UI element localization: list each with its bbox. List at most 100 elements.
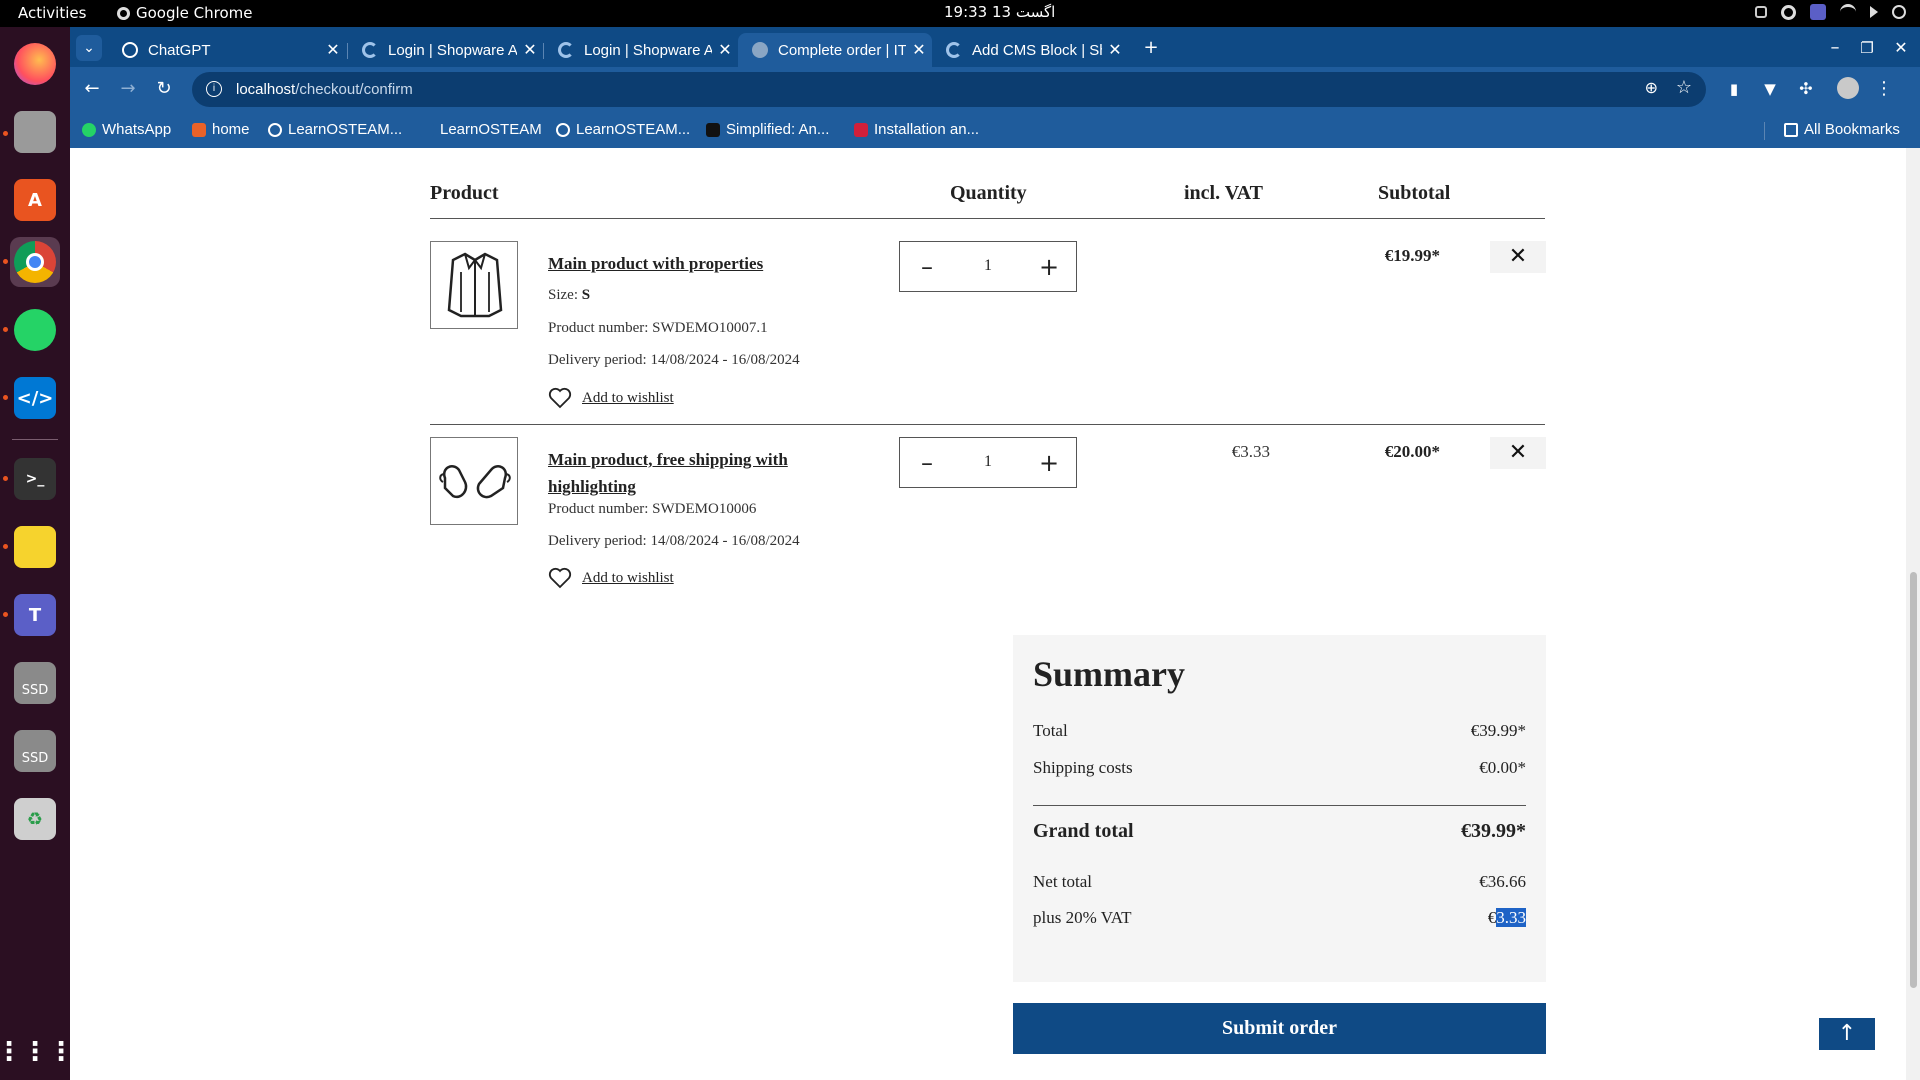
reload-button[interactable]: ↻ <box>152 77 176 101</box>
system-tray[interactable] <box>1755 4 1906 20</box>
bookmark-label: All Bookmarks <box>1804 121 1900 138</box>
dock-teams[interactable]: T <box>10 590 60 640</box>
bookmarks-bar: WhatsApp home LearnOSTEAM... LearnOSTEAM… <box>70 112 1920 148</box>
site-info-icon[interactable]: i <box>206 81 222 97</box>
total-value: €39.99* <box>1470 721 1526 740</box>
dock-app-center[interactable]: A <box>10 175 60 225</box>
bookmark-learnosteam-1[interactable]: LearnOSTEAM... <box>268 121 402 138</box>
app-name: Google Chrome <box>136 4 253 22</box>
close-icon[interactable]: ✕ <box>1102 40 1128 60</box>
product-image[interactable] <box>430 437 518 525</box>
extension-button[interactable]: ▮ <box>1722 77 1746 101</box>
tab-complete-order[interactable]: Complete order | ITS ✕ <box>738 33 932 67</box>
add-to-wishlist-button[interactable]: Add to wishlist <box>548 567 674 589</box>
close-icon[interactable]: ✕ <box>320 40 346 60</box>
dock-vscode[interactable]: </> <box>10 373 60 423</box>
quantity-stepper[interactable]: – 1 + <box>899 241 1077 292</box>
tab-shopware-login-1[interactable]: Login | Shopware Admin ✕ <box>348 33 543 67</box>
tab-label: Complete order | ITS <box>778 41 906 59</box>
dock-firefox[interactable] <box>10 39 60 89</box>
dock-ssd-1[interactable]: SSD <box>10 658 60 708</box>
submit-order-button[interactable]: Submit order <box>1013 1003 1546 1054</box>
remove-item-button[interactable]: ✕ <box>1490 437 1546 469</box>
dock-trash[interactable]: ♻ <box>10 794 60 844</box>
zoom-icon[interactable]: ⊕ <box>1645 78 1658 97</box>
tab-search-button[interactable]: ⌄ <box>76 35 102 61</box>
increase-quantity-button[interactable]: + <box>1034 448 1064 478</box>
profile-button[interactable] <box>1836 77 1860 101</box>
total-label: Total <box>1033 721 1068 740</box>
bookmark-whatsapp[interactable]: WhatsApp <box>82 121 171 138</box>
running-indicator <box>3 544 8 549</box>
grand-total-value: €39.99* <box>1461 820 1526 842</box>
clock[interactable]: اگست 13 19:33 <box>944 3 1055 21</box>
close-icon[interactable]: ✕ <box>517 40 543 60</box>
folder-icon <box>1784 122 1798 137</box>
net-total-label: Net total <box>1033 872 1093 891</box>
address-bar[interactable]: i localhost/checkout/confirm ⊕ ☆ <box>192 72 1706 107</box>
back-button[interactable]: ← <box>80 77 104 101</box>
dock-ssd-2[interactable]: SSD <box>10 726 60 776</box>
dock-chrome[interactable] <box>10 237 60 287</box>
minimize-button[interactable]: – <box>1822 35 1848 61</box>
bookmark-learnosteam-3[interactable]: LearnOSTEAM... <box>556 121 690 138</box>
close-icon[interactable]: ✕ <box>712 40 738 60</box>
activities-button[interactable]: Activities <box>18 4 86 22</box>
product-image[interactable] <box>430 241 518 329</box>
bookmark-home[interactable]: home <box>192 121 250 138</box>
shopware-icon <box>362 42 378 58</box>
new-tab-button[interactable]: + <box>1138 35 1164 61</box>
shopware-icon <box>946 42 962 58</box>
bookmark-learnosteam-2[interactable]: LearnOSTEAM <box>420 121 542 138</box>
close-icon[interactable]: ✕ <box>906 40 932 60</box>
heart-icon <box>548 387 572 409</box>
product-name-link[interactable]: Main product, free shipping with highligh… <box>548 446 788 500</box>
app-menu[interactable]: Google Chrome <box>117 4 253 22</box>
add-to-wishlist-button[interactable]: Add to wishlist <box>548 387 674 409</box>
chrome-icon <box>14 241 56 283</box>
extensions-button[interactable]: ✣ <box>1794 77 1818 101</box>
extension-button[interactable]: ▼ <box>1758 77 1782 101</box>
wifi-icon <box>1840 4 1856 20</box>
tab-shopware-login-2[interactable]: Login | Shopware Admin ✕ <box>544 33 738 67</box>
scrollbar-thumb[interactable] <box>1910 572 1917 988</box>
decrease-quantity-button[interactable]: – <box>912 448 942 478</box>
product-number: Product number: SWDEMO10006 <box>548 501 757 517</box>
tab-label: Add CMS Block | Shopware <box>972 41 1102 59</box>
bookmark-star-icon[interactable]: ☆ <box>1676 77 1692 98</box>
mittens-icon <box>439 465 511 499</box>
kebab-menu-icon: ⋮ <box>1875 78 1893 99</box>
globe-icon <box>268 122 282 137</box>
close-window-button[interactable]: ✕ <box>1888 35 1914 61</box>
decrease-quantity-button[interactable]: – <box>912 252 942 282</box>
page-scrollbar[interactable] <box>1906 148 1920 1080</box>
dock-app-grid[interactable]: ⋮⋮⋮ <box>0 1027 74 1077</box>
remove-item-button[interactable]: ✕ <box>1490 241 1546 273</box>
product-name-link[interactable]: Main product with properties <box>548 250 763 277</box>
summary-shipping-row: Shipping costs €0.00* <box>1033 758 1526 778</box>
summary-total-row: Total €39.99* <box>1033 721 1526 741</box>
bookmark-simplified[interactable]: Simplified: An... <box>706 121 829 138</box>
scroll-to-top-button[interactable]: ↑ <box>1819 1018 1875 1050</box>
menu-button[interactable]: ⋮ <box>1872 77 1896 101</box>
dock-notes[interactable] <box>10 522 60 572</box>
quantity-value[interactable]: 1 <box>960 257 1016 275</box>
tab-add-cms-block[interactable]: Add CMS Block | Shopware ✕ <box>932 33 1128 67</box>
dock-terminal[interactable]: >_ <box>10 454 60 504</box>
tab-chatgpt[interactable]: ChatGPT ✕ <box>108 33 346 67</box>
url-host: localhost <box>236 81 296 98</box>
restore-button[interactable]: ❐ <box>1854 35 1880 61</box>
heart-icon <box>548 567 572 589</box>
all-bookmarks[interactable]: All Bookmarks <box>1784 121 1900 138</box>
quantity-value[interactable]: 1 <box>960 453 1016 471</box>
dock-whatsapp[interactable] <box>10 305 60 355</box>
bookmark-installation[interactable]: Installation an... <box>854 121 979 138</box>
url-path: /checkout/confirm <box>295 81 413 98</box>
whatsapp-icon <box>14 309 56 351</box>
forward-button[interactable]: → <box>116 77 140 101</box>
dock-files[interactable] <box>10 107 60 157</box>
increase-quantity-button[interactable]: + <box>1034 252 1064 282</box>
quantity-stepper[interactable]: – 1 + <box>899 437 1077 488</box>
teams-tray-icon <box>1810 4 1826 20</box>
teams-icon: T <box>14 594 56 636</box>
